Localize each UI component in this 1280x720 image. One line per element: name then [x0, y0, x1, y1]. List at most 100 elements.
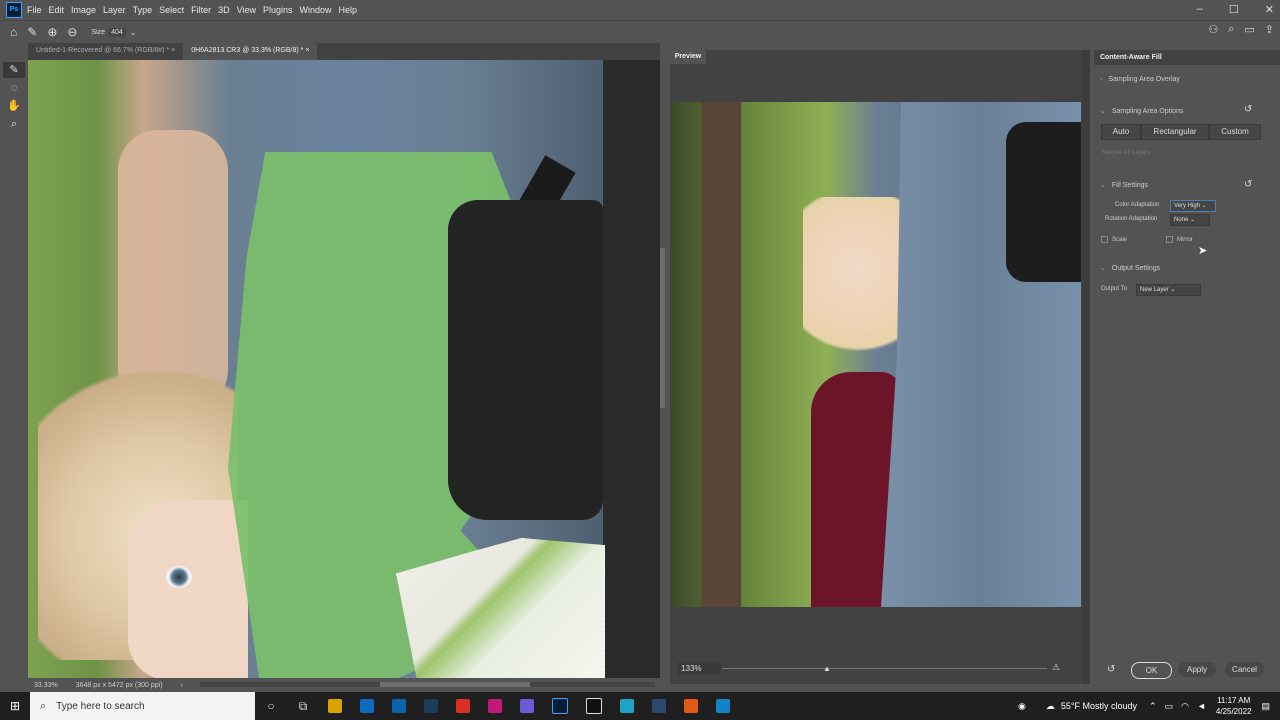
network-icon[interactable]: ▭ — [1165, 701, 1174, 712]
mode-custom-button[interactable]: Custom — [1209, 124, 1261, 140]
cancel-button[interactable]: Cancel — [1225, 662, 1264, 677]
brush-tool-icon[interactable]: ✎ — [27, 25, 37, 39]
reset-icon[interactable]: ↺ — [1244, 104, 1252, 115]
menu-file[interactable]: File — [27, 5, 42, 15]
windows-start-icon[interactable]: ⊞ — [0, 699, 30, 713]
app-icon[interactable] — [620, 699, 634, 713]
menu-image[interactable]: Image — [71, 5, 96, 15]
options-bar: ⌂ ✎ ⊕ ⊖ Size 404 ⌄ — [0, 20, 1280, 43]
checkbox-box[interactable] — [1166, 236, 1173, 243]
chevron-right-icon[interactable]: › — [181, 682, 183, 689]
search-placeholder: Type here to search — [56, 700, 145, 712]
search-icon[interactable]: ⌕ — [1228, 23, 1234, 36]
home-icon[interactable]: ⌂ — [10, 25, 17, 39]
task-view-icon[interactable]: ⧉ — [287, 699, 319, 714]
rotation-adaptation-select[interactable]: None ⌄ — [1170, 214, 1210, 226]
vertical-scrollbar[interactable] — [660, 248, 665, 408]
preview-zoom-slider[interactable] — [722, 668, 1047, 669]
zoom-level[interactable]: 33.33% — [34, 682, 58, 689]
clock[interactable]: 11:17 AM 4/25/2022 — [1216, 695, 1252, 717]
section-sampling-options[interactable]: ⌄ Sampling Area Options — [1100, 107, 1183, 115]
app-icon[interactable] — [716, 699, 730, 713]
chrome-icon[interactable] — [456, 699, 470, 713]
horizontal-scroll-thumb[interactable] — [380, 682, 530, 687]
share-upload-icon[interactable]: ⇪ — [1265, 23, 1274, 36]
app-icon[interactable] — [684, 699, 698, 713]
section-fill-settings[interactable]: ⌄ Fill Settings — [1100, 181, 1148, 189]
hand-icon[interactable]: ✋ — [3, 98, 25, 114]
scale-checkbox[interactable]: Scale — [1101, 236, 1127, 243]
tab-untitled[interactable]: Untitled-1-Recovered @ 66.7% (RGB/8#) * … — [28, 43, 184, 60]
chevron-right-icon: › — [1100, 76, 1103, 83]
app-icon[interactable] — [488, 699, 502, 713]
checkbox-box[interactable] — [1101, 236, 1108, 243]
cortana-icon[interactable]: ○ — [255, 699, 287, 713]
reset-icon[interactable]: ↺ — [1244, 179, 1252, 190]
apply-button[interactable]: Apply — [1178, 662, 1216, 677]
bag-region — [1006, 122, 1081, 282]
close-icon[interactable]: ✕ — [1265, 3, 1274, 16]
menu-type[interactable]: Type — [133, 5, 153, 15]
bridge-icon[interactable] — [586, 698, 602, 714]
output-to-label: Output To — [1101, 286, 1127, 292]
preview-image[interactable] — [671, 102, 1081, 607]
share-icon[interactable]: ⚇ — [1208, 23, 1218, 36]
wifi-icon[interactable]: ◠ — [1181, 701, 1189, 712]
toolbar: ✎ ◌ ✋ ⌕ — [0, 60, 28, 676]
section-sampling-overlay[interactable]: › Sampling Area Overlay — [1100, 76, 1180, 83]
menu-window[interactable]: Window — [300, 5, 332, 15]
app-icon[interactable] — [520, 699, 534, 713]
taskbar-search[interactable]: ⌕ Type here to search — [30, 692, 255, 720]
preview-tab[interactable]: Preview — [670, 50, 706, 64]
menu-view[interactable]: View — [237, 5, 256, 15]
menu-layer[interactable]: Layer — [103, 5, 126, 15]
workspace-icon[interactable]: ▭ — [1244, 23, 1254, 36]
close-icon[interactable]: × — [171, 47, 175, 54]
sampling-brush-icon[interactable]: ✎ — [3, 62, 25, 78]
color-adaptation-select[interactable]: Very High ⌄ — [1170, 200, 1216, 212]
menu-select[interactable]: Select — [159, 5, 184, 15]
mode-rectangular-button[interactable]: Rectangular — [1141, 124, 1209, 140]
menu-plugins[interactable]: Plugins — [263, 5, 293, 15]
file-explorer-icon[interactable] — [328, 699, 342, 713]
lightroom-icon[interactable] — [424, 699, 438, 713]
mode-auto-button[interactable]: Auto — [1101, 124, 1141, 140]
slider-handle-icon[interactable]: ▲ — [823, 664, 831, 673]
preview-zoom-value[interactable]: 133% — [678, 662, 721, 675]
volume-icon[interactable]: ◄ — [1197, 701, 1206, 711]
sample-all-layers-checkbox[interactable]: Sample All Layers — [1102, 150, 1150, 156]
weather-text[interactable]: 55°F Mostly cloudy — [1061, 701, 1137, 711]
menu-3d[interactable]: 3D — [218, 5, 230, 15]
reset-icon[interactable]: ↺ — [1107, 664, 1115, 675]
ok-button[interactable]: OK — [1131, 662, 1172, 679]
menu-help[interactable]: Help — [339, 5, 358, 15]
store-icon[interactable] — [360, 699, 374, 713]
maximize-icon[interactable]: ☐ — [1229, 3, 1239, 16]
weather-app-icon[interactable]: ◉ — [1018, 701, 1026, 712]
menu-edit[interactable]: Edit — [49, 5, 65, 15]
chevron-down-icon[interactable]: ⌄ — [130, 28, 137, 37]
minimize-icon[interactable]: – — [1197, 3, 1203, 16]
select-value: None — [1174, 217, 1189, 223]
notification-icon[interactable]: ▤ — [1261, 701, 1270, 712]
chevron-up-icon[interactable]: ⌃ — [1149, 701, 1157, 712]
zoom-icon[interactable]: ⌕ — [3, 116, 25, 132]
section-output-settings[interactable]: ⌄ Output Settings — [1100, 264, 1160, 272]
mail-icon[interactable] — [392, 699, 406, 713]
panel-header: Content-Aware Fill — [1094, 50, 1280, 65]
photoshop-taskbar-icon[interactable] — [552, 698, 568, 714]
menu-filter[interactable]: Filter — [191, 5, 211, 15]
select-value: New Layer — [1140, 287, 1169, 293]
chevron-down-icon: ⌄ — [1100, 265, 1106, 272]
tab-active-document[interactable]: 0H6A2813.CR3 @ 33.3% (RGB/8) * × — [183, 43, 318, 60]
add-to-sample-icon[interactable]: ⊕ — [47, 25, 57, 39]
document-canvas[interactable] — [28, 60, 660, 678]
panel-divider — [1082, 50, 1090, 684]
output-to-select[interactable]: New Layer ⌄ — [1136, 284, 1201, 296]
mirror-checkbox[interactable]: Mirror — [1166, 236, 1193, 243]
subtract-from-sample-icon[interactable]: ⊖ — [67, 25, 77, 39]
lasso-icon[interactable]: ◌ — [3, 80, 25, 96]
app-icon[interactable] — [652, 699, 666, 713]
close-icon[interactable]: × — [305, 47, 309, 54]
size-input[interactable]: 404 — [108, 27, 126, 37]
